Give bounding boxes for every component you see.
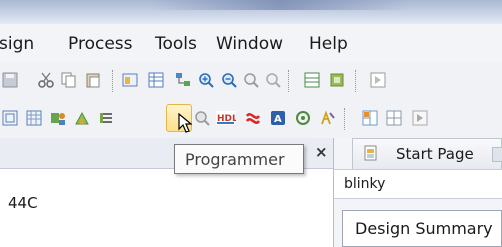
panel-icon[interactable]	[368, 70, 388, 90]
toolbar-separator	[288, 70, 289, 92]
play-icon[interactable]	[410, 108, 430, 128]
page-icon	[363, 145, 379, 165]
menu-item-window[interactable]: Window	[216, 34, 283, 54]
table-icon[interactable]	[146, 70, 166, 90]
settings-icon[interactable]	[293, 108, 313, 128]
mouse-cursor-icon	[178, 112, 193, 137]
toolbar-separator	[355, 70, 356, 92]
project-row: blinky	[334, 169, 502, 199]
netlist-icon[interactable]	[24, 108, 44, 128]
assignment-icon[interactable]	[48, 108, 68, 128]
tab-start-page[interactable]: Start Page	[352, 138, 502, 169]
summary-label: Design Summary	[355, 219, 493, 238]
pin-icon[interactable]	[72, 108, 92, 128]
menu-bar: sign Process Tools Window Help	[0, 24, 502, 62]
compilation-toolbar: HDL A	[0, 100, 502, 138]
zoom-icon[interactable]	[263, 70, 283, 90]
menu-item-tools[interactable]: Tools	[155, 34, 197, 54]
chip-icon[interactable]	[327, 70, 347, 90]
grid-icon[interactable]	[302, 70, 322, 90]
project-name: blinky	[344, 176, 386, 192]
document-area: Start Page blinky Design Summary	[334, 138, 502, 247]
cut-icon[interactable]	[36, 70, 56, 90]
svg-text:A: A	[274, 114, 282, 125]
tooltip-label: Programmer	[185, 150, 285, 169]
title-bar-gradient	[150, 0, 410, 10]
analyzer-icon[interactable]	[318, 108, 338, 128]
zoom-fit-icon[interactable]	[241, 70, 261, 90]
toolbar-separator	[344, 108, 345, 130]
standard-toolbar	[0, 62, 502, 100]
save-icon[interactable]	[0, 70, 20, 90]
programmer-tooltip: Programmer	[174, 144, 304, 174]
timing-icon[interactable]	[96, 108, 116, 128]
tab-close-icon[interactable]	[492, 147, 502, 162]
signaltap-icon[interactable]	[243, 108, 263, 128]
design-summary-item[interactable]: Design Summary	[342, 210, 502, 247]
chip-planner-icon[interactable]	[192, 108, 212, 128]
menu-item-assignments[interactable]: sign	[0, 34, 34, 54]
hdl-icon[interactable]: HDL	[216, 108, 236, 128]
layout-icon[interactable]	[384, 108, 404, 128]
title-bar	[0, 0, 502, 24]
paste-icon[interactable]	[83, 70, 103, 90]
rtl-icon[interactable]	[0, 108, 20, 128]
menu-item-help[interactable]: Help	[309, 34, 348, 54]
close-icon[interactable]: ×	[315, 143, 328, 161]
hierarchy-icon[interactable]	[173, 70, 193, 90]
project-icon[interactable]	[120, 70, 140, 90]
zoom-out-icon[interactable]	[219, 70, 239, 90]
quartus-window: sign Process Tools Window Help HDL A × 4…	[0, 0, 502, 247]
split-icon[interactable]	[360, 108, 380, 128]
tab-label: Start Page	[396, 145, 474, 163]
zoom-in-icon[interactable]	[196, 70, 216, 90]
device-item[interactable]: 44C	[8, 194, 38, 212]
menu-item-process[interactable]: Process	[68, 34, 133, 54]
copy-icon[interactable]	[59, 70, 79, 90]
ip-icon[interactable]: A	[268, 108, 288, 128]
toolbar-separator	[112, 70, 113, 92]
